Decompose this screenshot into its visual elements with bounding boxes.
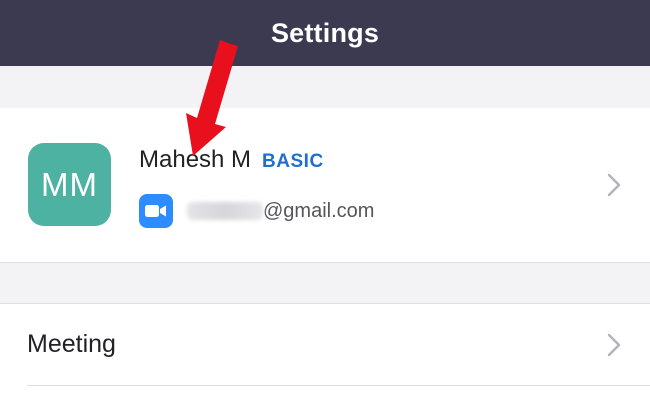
settings-screen: Settings MM Mahesh M BASIC @gmail.com Me… — [0, 0, 650, 394]
menu-item-label: Meeting — [27, 330, 116, 358]
section-gap — [0, 263, 650, 304]
plan-badge: BASIC — [262, 151, 324, 172]
section-gap — [0, 66, 650, 109]
redacted-email-local-part — [187, 202, 263, 220]
next-row-edge — [0, 386, 650, 394]
profile-email-line: @gmail.com — [139, 194, 374, 228]
menu-item-meeting[interactable]: Meeting — [0, 304, 650, 386]
profile-row[interactable]: MM Mahesh M BASIC @gmail.com — [0, 108, 650, 263]
zoom-video-camera-icon — [139, 194, 173, 228]
settings-header: Settings — [0, 0, 650, 66]
page-title: Settings — [270, 17, 380, 48]
chevron-right-icon — [606, 173, 622, 197]
email-domain: @gmail.com — [263, 199, 375, 222]
chevron-right-icon — [606, 333, 622, 357]
user-name: Mahesh M — [139, 146, 252, 173]
profile-name-line: Mahesh M BASIC — [139, 146, 324, 174]
avatar: MM — [28, 143, 111, 226]
